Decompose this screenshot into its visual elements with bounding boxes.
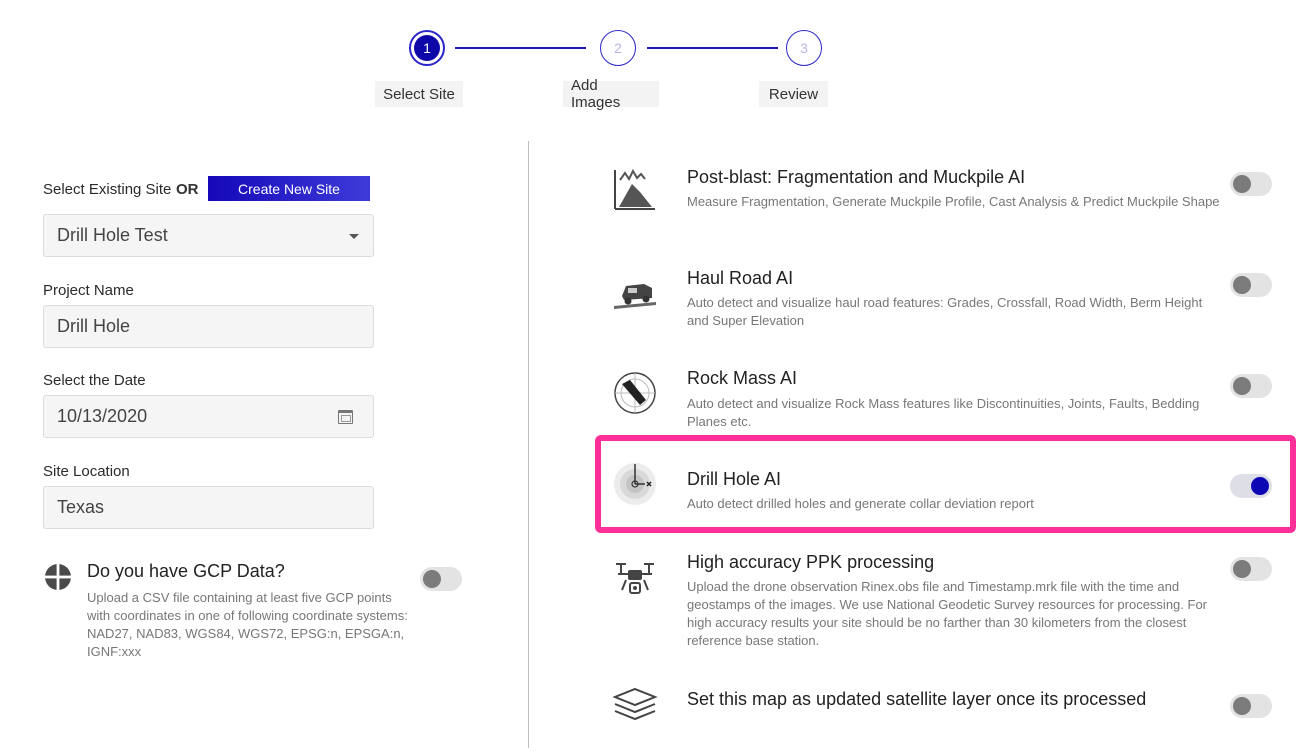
feature-title: Drill Hole AI	[687, 469, 782, 489]
toggle-knob	[1233, 697, 1251, 715]
gcp-title: Do you have GCP Data?	[87, 561, 285, 581]
chevron-down-icon	[349, 234, 359, 239]
feature-title: Haul Road AI	[687, 268, 794, 288]
calendar-icon[interactable]	[338, 410, 353, 424]
layers-icon	[612, 687, 658, 721]
feature-title: High accuracy PPK processing	[687, 552, 935, 572]
date-value: 10/13/2020	[57, 406, 148, 426]
feature-description: Measure Fragmentation, Generate Muckpile…	[687, 194, 1220, 209]
toggle-knob	[1233, 560, 1251, 578]
date-label: Select the Date	[43, 372, 146, 389]
or-label: OR	[176, 181, 199, 198]
location-value: Texas	[57, 497, 105, 517]
site-select[interactable]: Drill Hole Test	[43, 214, 374, 257]
feature-description: Auto detect and visualize Rock Mass feat…	[687, 396, 1200, 429]
feature-description: Auto detect and visualize haul road feat…	[687, 295, 1203, 328]
project-name-value: Drill Hole	[57, 316, 131, 336]
step-3-label[interactable]: Review	[759, 81, 828, 107]
toggle-knob	[1233, 175, 1251, 193]
drill-hole-toggle[interactable]	[1230, 474, 1272, 498]
toggle-knob	[423, 570, 441, 588]
panel-divider	[528, 141, 529, 748]
step-connector	[455, 47, 586, 49]
rock-mass-toggle[interactable]	[1230, 374, 1272, 398]
step-connector	[647, 47, 778, 49]
feature-description: Upload the drone observation Rinex.obs f…	[687, 579, 1208, 648]
create-new-site-button[interactable]: Create New Site	[208, 176, 370, 201]
step-1-circle[interactable]: 1	[409, 30, 445, 66]
fragmentation-toggle[interactable]	[1230, 172, 1272, 196]
site-select-value: Drill Hole Test	[57, 225, 168, 245]
toggle-knob	[1233, 377, 1251, 395]
feature-description: Auto detect drilled holes and generate c…	[687, 496, 1034, 511]
step-2-label[interactable]: Add Images	[563, 77, 659, 111]
project-name-input[interactable]: Drill Hole	[43, 305, 374, 348]
step-3-circle[interactable]: 3	[786, 30, 822, 66]
haul-road-toggle[interactable]	[1230, 273, 1272, 297]
haul-truck-icon	[614, 284, 656, 309]
location-label: Site Location	[43, 463, 130, 480]
feature-title: Set this map as updated satellite layer …	[687, 689, 1147, 709]
drill-hole-icon	[614, 463, 656, 505]
satellite-layer-toggle[interactable]	[1230, 694, 1272, 718]
gcp-description: Upload a CSV file containing at least fi…	[87, 590, 408, 659]
step-3-number: 3	[800, 40, 808, 56]
stereonet-icon	[614, 372, 656, 414]
step-1-number: 1	[414, 35, 440, 61]
ppk-toggle[interactable]	[1230, 557, 1272, 581]
gcp-toggle[interactable]	[420, 567, 462, 591]
existing-site-label: Select Existing Site	[43, 181, 172, 198]
mountain-chart-icon	[614, 168, 655, 210]
location-input[interactable]: Texas	[43, 486, 374, 529]
toggle-knob	[1233, 276, 1251, 294]
crosshair-target-icon	[44, 563, 72, 591]
step-1-label[interactable]: Select Site	[375, 81, 463, 107]
project-name-label: Project Name	[43, 282, 134, 299]
step-2-circle[interactable]: 2	[600, 30, 636, 66]
feature-title: Rock Mass AI	[687, 368, 798, 388]
drone-icon	[616, 563, 654, 594]
date-input[interactable]: 10/13/2020	[43, 395, 374, 438]
toggle-knob	[1251, 477, 1269, 495]
feature-title: Post-blast: Fragmentation and Muckpile A…	[687, 167, 1026, 187]
step-2-number: 2	[614, 40, 622, 56]
